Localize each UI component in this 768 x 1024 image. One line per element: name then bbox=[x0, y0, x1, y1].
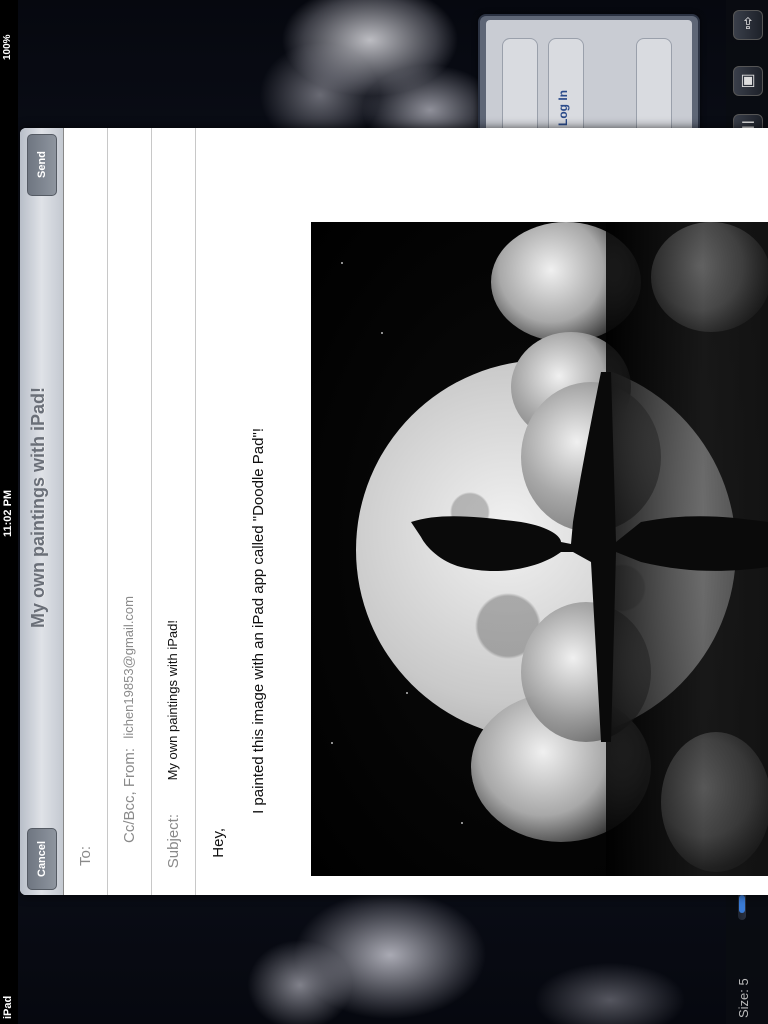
body-greeting[interactable]: Hey, bbox=[210, 828, 227, 858]
to-field-row[interactable]: To: bbox=[63, 128, 108, 895]
username-field[interactable] bbox=[502, 38, 538, 140]
share-icon[interactable]: ⇪ bbox=[733, 10, 763, 40]
ccbcc-from-row[interactable]: Cc/Bcc, From: lichen19853@gmail.com bbox=[107, 128, 152, 895]
subject-label: Subject: bbox=[165, 814, 182, 869]
password-field[interactable] bbox=[636, 38, 672, 140]
status-bar: 100% 11:02 PM iPad bbox=[0, 0, 18, 1024]
wolf-silhouette bbox=[411, 372, 768, 742]
subject-field-row[interactable]: Subject: My own paintings with iPad! bbox=[151, 128, 196, 895]
mail-compose-sheet: My own paintings with iPad! Cancel Send … bbox=[20, 128, 768, 895]
login-button-label: Log In bbox=[556, 90, 570, 126]
to-label: To: bbox=[77, 846, 94, 867]
from-address[interactable]: lichen19853@gmail.com bbox=[121, 596, 136, 739]
carrier-wifi-label: iPad bbox=[2, 995, 14, 1019]
body-text[interactable]: I painted this image with an iPad app ca… bbox=[250, 428, 267, 814]
attached-painting bbox=[311, 222, 768, 876]
cancel-button[interactable]: Cancel bbox=[27, 828, 57, 890]
compose-nav-bar: My own paintings with iPad! Cancel Send bbox=[20, 128, 64, 895]
compose-title: My own paintings with iPad! bbox=[28, 387, 48, 629]
brush-size-thumb[interactable] bbox=[739, 895, 745, 913]
battery-indicator: 100% bbox=[2, 34, 13, 60]
brush-size-label: Size: 5 bbox=[736, 978, 751, 1018]
photo-icon[interactable]: ▣ bbox=[733, 66, 763, 96]
subject-value[interactable]: My own paintings with iPad! bbox=[165, 620, 180, 780]
send-button[interactable]: Send bbox=[27, 134, 57, 196]
ccbcc-from-label: Cc/Bcc, From: bbox=[121, 748, 138, 844]
status-time: 11:02 PM bbox=[2, 489, 14, 537]
